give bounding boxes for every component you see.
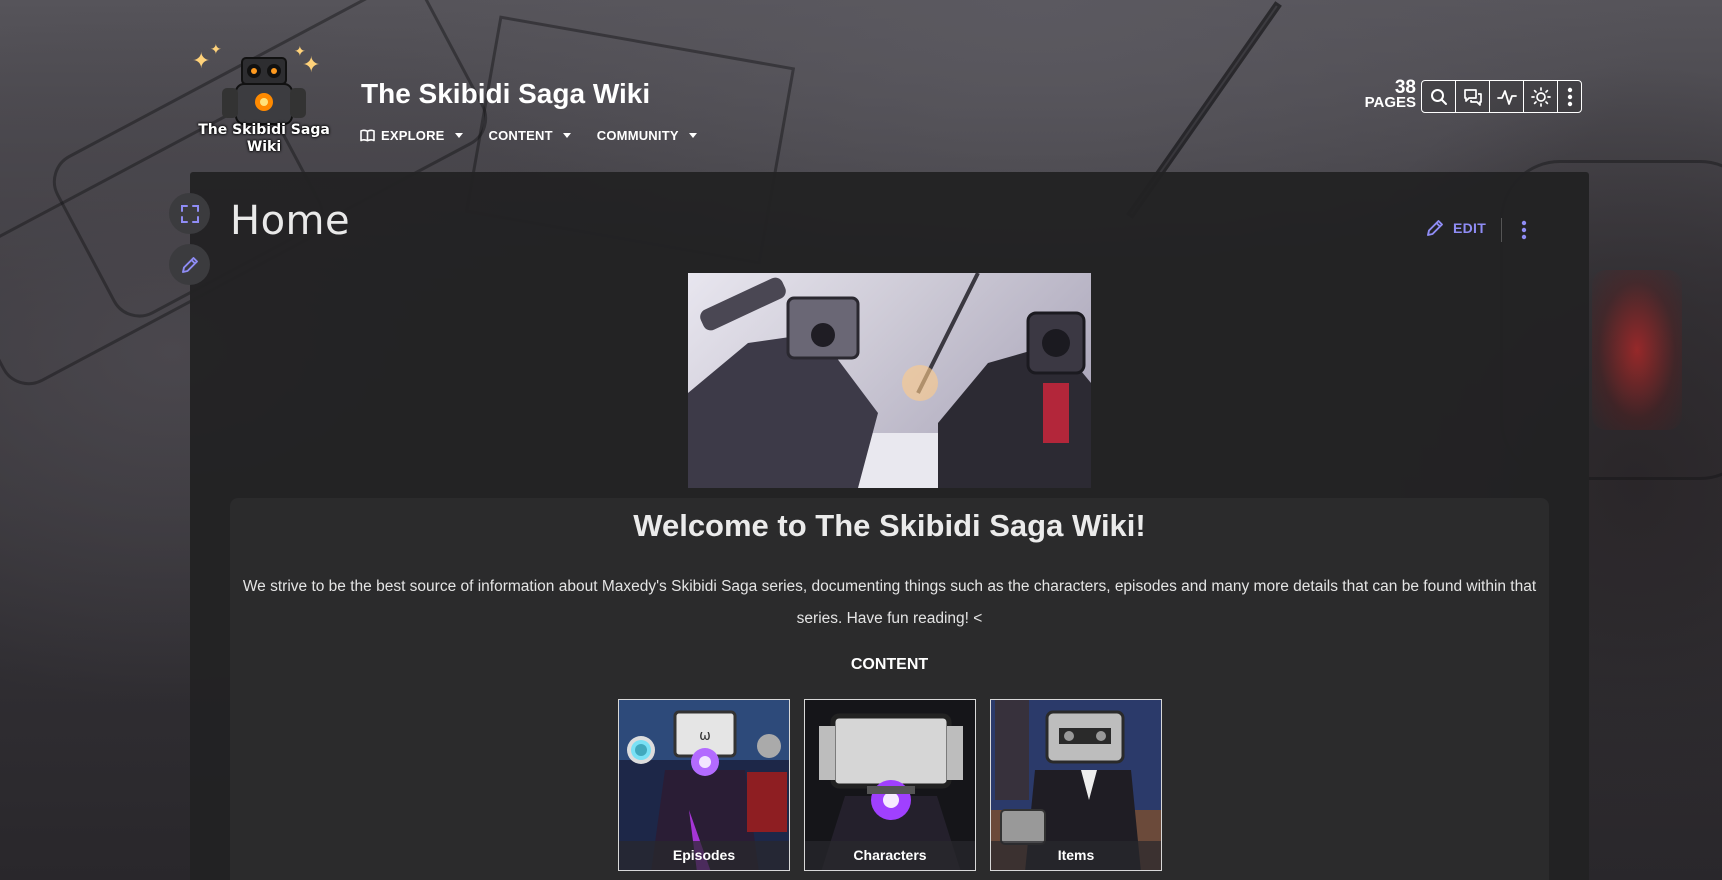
card-episodes-label: Episodes	[619, 841, 789, 870]
more-vertical-icon	[1521, 220, 1527, 240]
site-title[interactable]: The Skibidi Saga Wiki	[361, 78, 650, 110]
page-count: 38 PAGES	[1358, 77, 1416, 111]
card-items[interactable]: Items	[990, 699, 1162, 871]
pencil-icon	[1427, 220, 1443, 236]
nav-content[interactable]: CONTENT	[489, 128, 571, 143]
site-logo[interactable]: ✦ ✦ ✦ ✦ The Skibidi Saga Wiki	[192, 42, 332, 162]
sun-icon	[1530, 86, 1551, 107]
book-icon	[360, 129, 375, 142]
nav-community[interactable]: COMMUNITY	[597, 128, 697, 143]
svg-text:ω: ω	[699, 728, 711, 744]
logo-text: The Skibidi Saga Wiki	[198, 122, 330, 155]
chevron-down-icon	[454, 133, 463, 138]
search-icon	[1430, 88, 1447, 105]
nav-content-label: CONTENT	[488, 128, 553, 143]
discussions-button[interactable]	[1455, 80, 1490, 113]
content-heading: CONTENT	[850, 656, 929, 673]
expand-icon	[180, 204, 199, 223]
main-nav: EXPLORE CONTENT COMMUNITY	[360, 128, 697, 143]
divider	[1501, 218, 1502, 242]
side-edit-button[interactable]	[169, 244, 210, 285]
activity-button[interactable]	[1489, 80, 1524, 113]
hero-image	[688, 273, 1091, 488]
page-count-number: 38	[1394, 77, 1416, 98]
expand-button[interactable]	[169, 193, 210, 234]
nav-community-label: COMMUNITY	[596, 128, 679, 143]
page-title: Home	[230, 198, 351, 244]
page-count-label: PAGES	[1364, 94, 1416, 111]
activity-icon	[1496, 89, 1517, 105]
nav-explore[interactable]: EXPLORE	[360, 128, 463, 143]
more-vertical-icon	[1567, 87, 1572, 106]
chevron-down-icon	[562, 133, 571, 138]
search-button[interactable]	[1421, 80, 1456, 113]
welcome-title: Welcome to The Skibidi Saga Wiki!	[633, 508, 1146, 543]
card-items-label: Items	[991, 841, 1161, 870]
pencil-icon	[181, 256, 198, 273]
sparkle-icon: ✦	[192, 48, 211, 73]
card-characters[interactable]: Characters	[804, 699, 976, 871]
card-episodes[interactable]: ω Episodes	[618, 699, 790, 871]
nav-explore-label: EXPLORE	[381, 128, 445, 143]
welcome-text: We strive to be the best source of infor…	[242, 578, 1537, 627]
edit-button[interactable]: EDIT	[1425, 218, 1486, 238]
more-options-button[interactable]	[1557, 80, 1582, 113]
theme-toggle-button[interactable]	[1523, 80, 1558, 113]
discussions-icon	[1463, 88, 1482, 106]
content-cards: ω Episodes Characters Items	[618, 699, 1162, 871]
card-characters-label: Characters	[805, 841, 975, 870]
page-actions-button[interactable]	[1514, 218, 1534, 242]
edit-label: EDIT	[1453, 220, 1487, 236]
chevron-down-icon	[688, 133, 697, 138]
wiki-tools	[1421, 80, 1582, 113]
